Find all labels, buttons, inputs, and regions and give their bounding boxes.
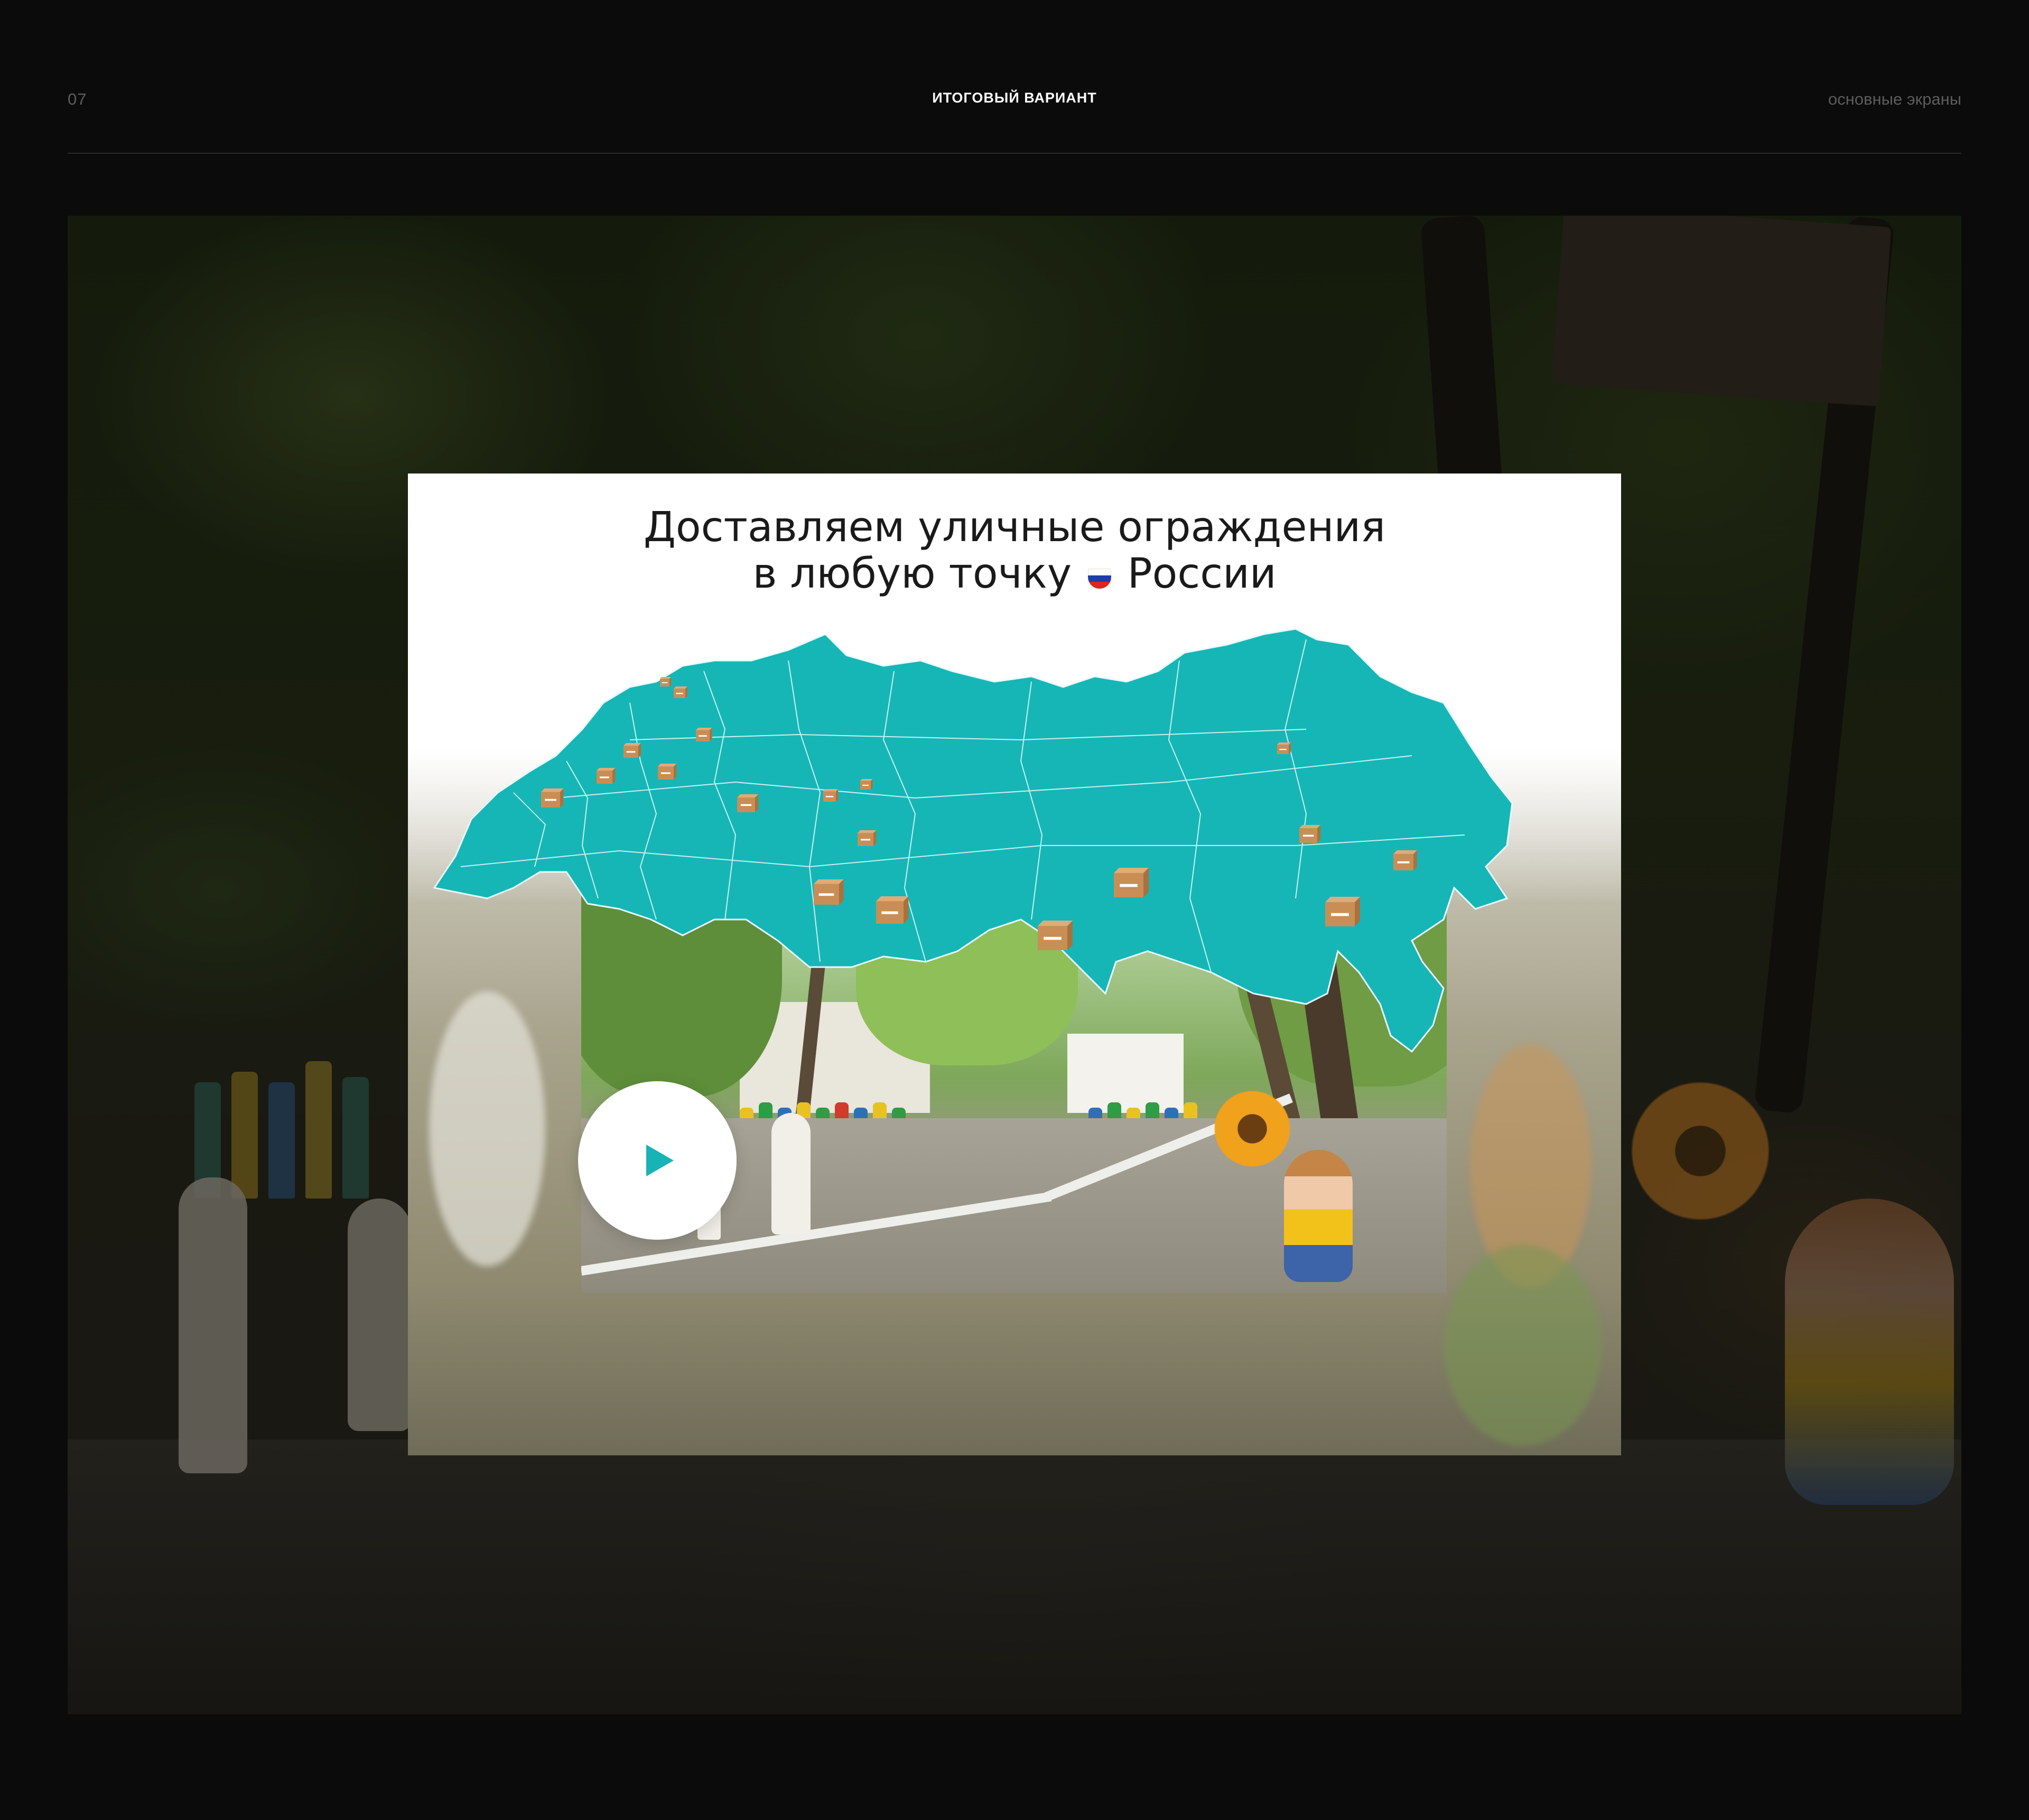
russia-territory: [433, 628, 1513, 1053]
package-box-icon: [1114, 868, 1149, 897]
package-box-icon: [696, 728, 712, 741]
title-line-2: в любую точку России: [408, 551, 1621, 597]
header-divider: [68, 153, 1961, 154]
package-box-icon: [823, 789, 839, 802]
package-box-icon: [658, 764, 677, 779]
package-box-icon: [660, 677, 672, 686]
title-line-2-end: России: [1127, 550, 1277, 598]
package-box-icon: [1393, 850, 1417, 870]
package-box-icon: [1325, 897, 1361, 926]
package-box-icon: [541, 788, 564, 807]
page: 07 ИТОГОВЫЙ ВАРИАНТ основные экраны Дост…: [0, 0, 2029, 1820]
package-box-icon: [737, 794, 759, 812]
package-box-icon: [860, 779, 873, 790]
package-box-icon: [1038, 921, 1073, 950]
package-box-icon: [1299, 825, 1321, 843]
blurred-plants: [1444, 1245, 1602, 1446]
card-title: Доставляем уличные ограждения в любую то…: [408, 504, 1621, 597]
gnome-figure: [1284, 1150, 1353, 1282]
title-line-2-start: в любую точку: [752, 550, 1072, 598]
package-box-icon: [623, 743, 641, 758]
video-play-button[interactable]: [578, 1081, 737, 1240]
sunflower-figure: [1210, 1087, 1295, 1171]
package-box-icon: [858, 830, 877, 846]
section-label: основные экраны: [1828, 90, 1961, 108]
russia-flag-icon: [1087, 569, 1111, 589]
slide-title: ИТОГОВЫЙ ВАРИАНТ: [932, 90, 1097, 106]
package-box-icon: [597, 768, 616, 784]
russia-map: [433, 628, 1513, 1053]
title-line-1: Доставляем уличные ограждения: [643, 504, 1386, 551]
package-box-icon: [876, 896, 909, 924]
package-box-icon: [814, 879, 844, 905]
package-box-icon: [674, 686, 687, 698]
package-box-icon: [1277, 742, 1291, 754]
play-icon: [646, 1145, 674, 1176]
goose-figure: [771, 1113, 811, 1234]
